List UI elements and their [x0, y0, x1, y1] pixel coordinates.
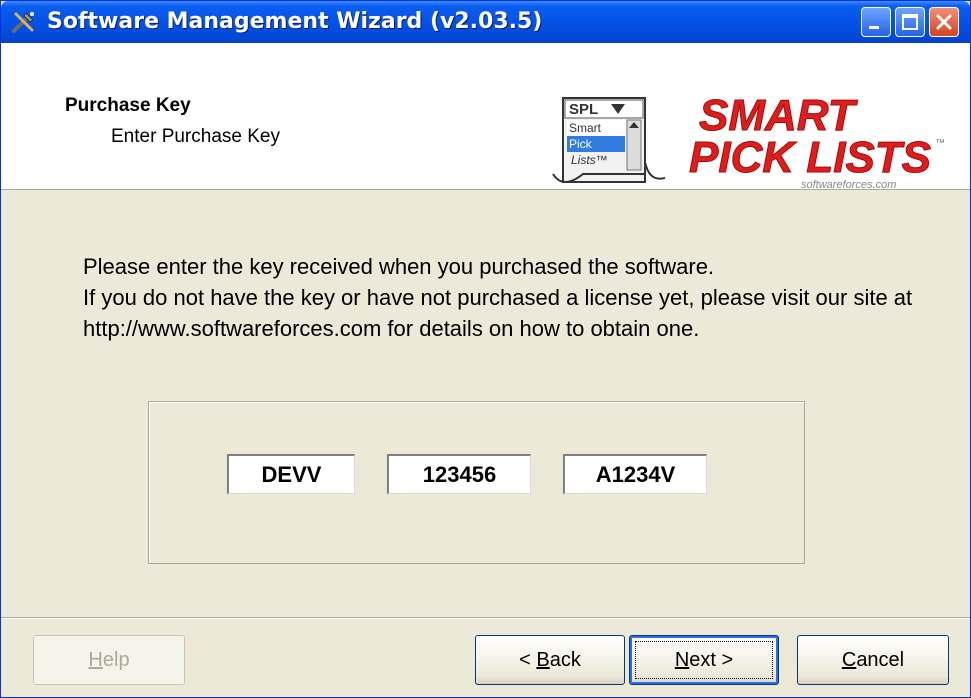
back-button[interactable]: < Back — [475, 635, 625, 685]
minimize-button[interactable] — [861, 7, 891, 37]
key-part-2-input[interactable] — [387, 454, 531, 494]
cancel-label: ancel — [856, 649, 905, 671]
key-part-3-input[interactable] — [563, 454, 707, 494]
help-accel: H — [88, 649, 103, 671]
back-prefix: < — [519, 649, 537, 671]
step-subtitle-overlay: Enter Purchase Key — [111, 126, 280, 147]
focus-rectangle — [635, 641, 773, 679]
footer-divider — [1, 617, 970, 619]
purchase-key-group — [148, 401, 805, 564]
next-button[interactable]: Next > — [629, 635, 779, 685]
maximize-button[interactable] — [895, 7, 925, 37]
close-icon — [936, 14, 952, 30]
logo-item-2: Pick — [569, 137, 593, 151]
window-title: Software Management Wizard (v2.03.5) — [47, 9, 543, 34]
maximize-icon — [902, 14, 918, 30]
wizard-window: Software Management Wizard (v2.03.5) Pur… — [0, 0, 971, 698]
step-title-overlay: Purchase Key — [65, 95, 191, 116]
instructions-line-1: Please enter the key received when you p… — [83, 254, 715, 279]
key-part-1-input[interactable] — [227, 454, 355, 494]
logo-badge-text: SPL — [569, 101, 598, 118]
back-label: ack — [549, 649, 581, 671]
help-label: elp — [102, 649, 130, 671]
minimize-icon — [869, 26, 879, 29]
logo-item-1: Smart — [569, 121, 602, 135]
close-button[interactable] — [929, 7, 959, 37]
smart-pick-lists-logo: SPL Smart Pick Lists™ SMART PICK LISTS ™… — [552, 91, 945, 191]
logo-tm: ™ — [935, 138, 945, 149]
help-button[interactable]: Help — [33, 635, 185, 685]
logo-item-3: Lists™ — [571, 153, 608, 167]
instructions-line-2: If you do not have the key or have not p… — [83, 285, 913, 341]
tools-icon — [12, 12, 34, 33]
cancel-accel: C — [841, 649, 857, 671]
cancel-button[interactable]: Cancel — [797, 635, 949, 685]
spl-listbox-graphic: SPL Smart Pick Lists™ — [552, 97, 666, 183]
back-accel: B — [536, 649, 550, 671]
logo-brand-line2: PICK LISTS — [689, 133, 931, 182]
title-bar[interactable]: Software Management Wizard (v2.03.5) — [1, 1, 970, 43]
logo-url: softwareforces.com — [801, 179, 896, 191]
instructions: Please enter the key received when you p… — [83, 251, 953, 344]
